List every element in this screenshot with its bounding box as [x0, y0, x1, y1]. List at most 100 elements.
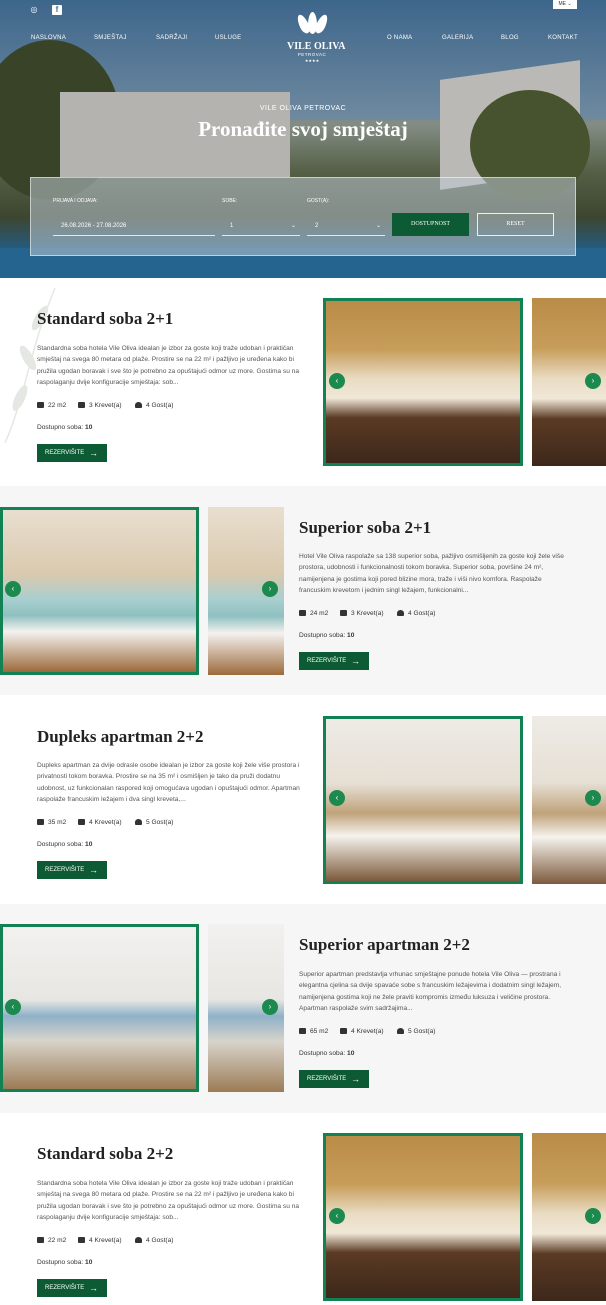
room-availability: Dostupno soba: 10	[37, 1259, 92, 1266]
carousel-next-button[interactable]: ›	[585, 1208, 601, 1224]
carousel-next-button[interactable]: ›	[262, 999, 278, 1015]
availability-label: Dostupno soba:	[299, 632, 346, 639]
carousel-next-button[interactable]: ›	[585, 790, 601, 806]
olive-logo-icon	[295, 12, 330, 38]
nav-item-o-nama[interactable]: O NAMA	[387, 35, 412, 41]
arrow-right-icon: →	[89, 448, 98, 458]
reserve-button[interactable]: REZERVIŠITE →	[299, 1070, 369, 1088]
carousel-prev-button[interactable]: ‹	[329, 373, 345, 389]
guests-select[interactable]: 2 ⌄	[307, 216, 385, 236]
dates-label: PRIJAVA I ODJAVA:	[53, 198, 98, 204]
area-icon	[37, 1237, 44, 1243]
room-facts: 35 m2 4 Krevet(a) 5 Gost(a)	[37, 819, 297, 829]
guests-value: 2	[315, 223, 319, 229]
room-card: ‹ › Superior soba 2+1 Hotel Vile Oliva r…	[0, 486, 606, 695]
room-size: 65 m2	[310, 1028, 329, 1035]
bed-icon	[78, 819, 85, 825]
logo-name: VILE OLIVA	[287, 41, 346, 52]
room-facts: 65 m2 4 Krevet(a) 5 Gost(a)	[299, 1028, 559, 1038]
nav-item-galerija[interactable]: GALERIJA	[442, 35, 473, 41]
room-guests: 4 Gost(a)	[146, 1237, 174, 1244]
room-size: 22 m2	[48, 402, 67, 409]
room-availability: Dostupno soba: 10	[299, 632, 354, 639]
room-availability: Dostupno soba: 10	[37, 841, 92, 848]
availability-count: 10	[85, 841, 93, 848]
availability-label: Dostupno soba:	[299, 1050, 346, 1057]
bed-icon	[340, 1028, 347, 1034]
reserve-button[interactable]: REZERVIŠITE →	[37, 1279, 107, 1297]
rooms-value: 1	[230, 223, 234, 229]
hero-title: Pronađite svoj smještaj	[198, 117, 408, 141]
room-title: Superior apartman 2+2	[299, 935, 470, 954]
reserve-button[interactable]: REZERVIŠITE →	[299, 652, 369, 670]
room-description: Hotel Vile Oliva raspolaže sa 138 superi…	[299, 553, 564, 595]
nav-item-kontakt[interactable]: KONTAKT	[548, 35, 578, 41]
room-photo[interactable]	[323, 716, 523, 884]
language-selector[interactable]: ME ⌄	[553, 0, 577, 9]
instagram-icon[interactable]: ◎	[29, 5, 39, 15]
nav-item-sadrzaji[interactable]: SADRŽAJI	[156, 35, 187, 41]
rooms-select[interactable]: 1 ⌄	[222, 216, 300, 236]
availability-label: Dostupno soba:	[37, 1259, 84, 1266]
room-title: Standard soba 2+2	[37, 1144, 174, 1163]
carousel-next-button[interactable]: ›	[262, 581, 278, 597]
area-icon	[299, 610, 306, 616]
room-facts: 22 m2 3 Krevet(a) 4 Gost(a)	[37, 402, 297, 412]
carousel-prev-button[interactable]: ‹	[329, 1208, 345, 1224]
carousel-next-button[interactable]: ›	[585, 373, 601, 389]
room-facts: 22 m2 4 Krevet(a) 4 Gost(a)	[37, 1237, 297, 1247]
availability-button[interactable]: DOSTUPNOST	[392, 213, 469, 236]
room-card: Dupleks apartman 2+2 Dupleks apartman za…	[0, 695, 606, 904]
area-icon	[37, 402, 44, 408]
reserve-button-label: REZERVIŠITE	[307, 1076, 347, 1082]
room-beds: 4 Krevet(a)	[89, 819, 122, 826]
room-card: Standard soba 2+1 Standardna soba hotela…	[0, 278, 606, 486]
dates-value: 26.08.2026 - 27.08.2026	[61, 223, 127, 229]
room-title: Standard soba 2+1	[37, 309, 174, 328]
reserve-button-label: REZERVIŠITE	[45, 450, 85, 456]
room-photo[interactable]	[323, 1133, 523, 1301]
rooms-label: SOBE:	[222, 198, 238, 204]
room-photo[interactable]	[323, 298, 523, 466]
reserve-button[interactable]: REZERVIŠITE →	[37, 444, 107, 462]
availability-count: 10	[347, 632, 355, 639]
room-guests: 5 Gost(a)	[146, 819, 174, 826]
logo-stars: ★★★★	[304, 58, 320, 63]
room-photo[interactable]	[0, 924, 199, 1092]
carousel-prev-button[interactable]: ‹	[5, 999, 21, 1015]
nav-item-naslovna[interactable]: NASLOVNA	[31, 35, 66, 41]
area-icon	[37, 819, 44, 825]
guests-label: GOST(A):	[307, 198, 330, 204]
site-logo[interactable]: VILE OLIVA PETROVAC ★★★★	[287, 12, 346, 63]
nav-item-smjestaj[interactable]: SMJEŠTAJ	[94, 35, 127, 41]
chevron-down-icon: ⌄	[290, 223, 296, 229]
chevron-down-icon: ⌄	[375, 223, 381, 229]
room-size: 24 m2	[310, 610, 329, 617]
carousel-prev-button[interactable]: ‹	[329, 790, 345, 806]
room-availability: Dostupno soba: 10	[37, 424, 92, 431]
carousel-prev-button[interactable]: ‹	[5, 581, 21, 597]
dates-input[interactable]: 26.08.2026 - 27.08.2026	[53, 216, 215, 236]
room-description: Dupleks apartman za dvije odrasle osobe …	[37, 762, 300, 804]
room-description: Superior apartman predstavlja vrhunac sm…	[299, 971, 562, 1013]
reserve-button-label: REZERVIŠITE	[45, 867, 85, 873]
nav-item-usluge[interactable]: USLUGE	[215, 35, 241, 41]
availability-label: Dostupno soba:	[37, 841, 84, 848]
nav-item-blog[interactable]: BLOG	[501, 35, 519, 41]
guest-icon	[397, 1028, 404, 1034]
guest-icon	[135, 819, 142, 825]
room-card: Standard soba 2+2 Standardna soba hotela…	[0, 1113, 606, 1305]
room-title: Superior soba 2+1	[299, 518, 432, 537]
room-beds: 3 Krevet(a)	[89, 402, 122, 409]
room-beds: 4 Krevet(a)	[351, 1028, 384, 1035]
room-photo[interactable]	[0, 507, 199, 675]
reserve-button[interactable]: REZERVIŠITE →	[37, 861, 107, 879]
bed-icon	[340, 610, 347, 616]
room-title: Dupleks apartman 2+2	[37, 727, 204, 746]
hero-kicker: VILE OLIVA PETROVAC	[259, 105, 347, 112]
arrow-right-icon: →	[89, 1283, 98, 1293]
facebook-icon[interactable]: f	[52, 5, 62, 15]
room-description: Standardna soba hotela Vile Oliva ideala…	[37, 345, 300, 387]
reset-button[interactable]: RESET	[477, 213, 554, 236]
room-size: 22 m2	[48, 1237, 67, 1244]
